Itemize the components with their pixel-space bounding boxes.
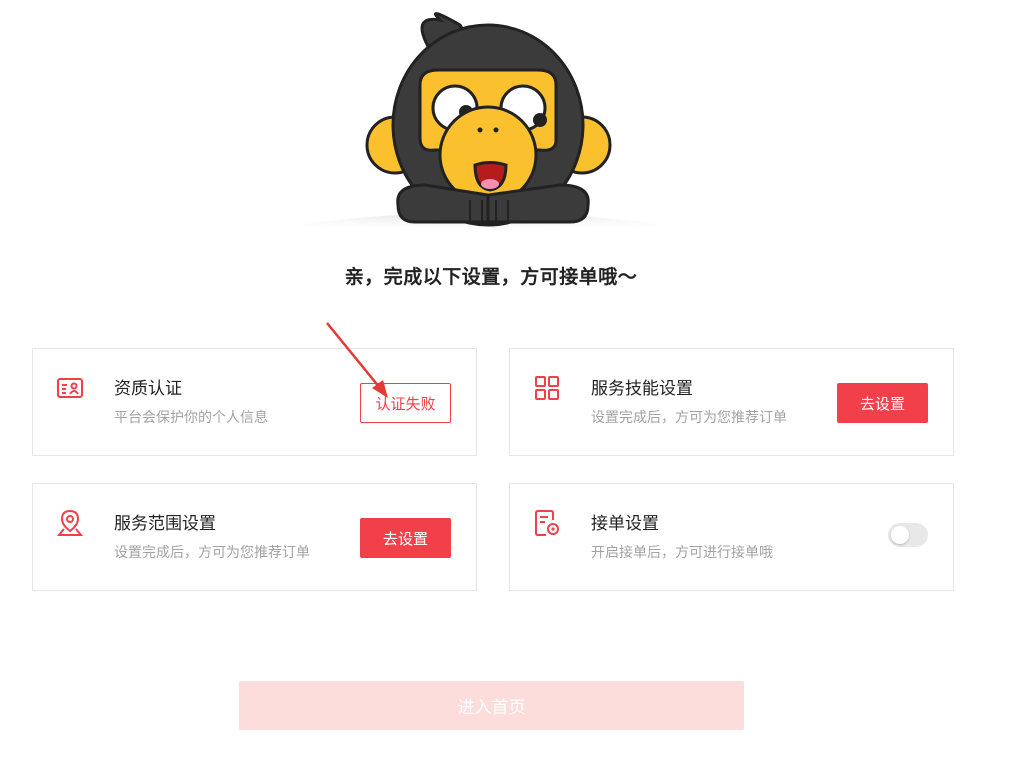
toggle-knob <box>891 526 909 544</box>
service-skills-title: 服务技能设置 <box>591 379 693 399</box>
service-area-card: 服务范围设置 设置完成后，方可为您推荐订单 去设置 <box>32 483 477 591</box>
order-settings-card: 接单设置 开启接单后，方可进行接单哦 <box>509 483 954 591</box>
service-area-setup-button[interactable]: 去设置 <box>360 518 451 558</box>
grid-icon <box>535 376 559 400</box>
enter-homepage-button[interactable]: 进入首页 <box>239 681 744 730</box>
location-pin-icon <box>56 509 84 536</box>
qualification-card: 资质认证 平台会保护你的个人信息 认证失败 <box>32 348 477 456</box>
settings-document-icon <box>535 510 559 536</box>
service-skills-desc: 设置完成后，方可为您推荐订单 <box>591 410 787 426</box>
service-skills-card: 服务技能设置 设置完成后，方可为您推荐订单 去设置 <box>509 348 954 456</box>
accept-orders-toggle[interactable] <box>888 523 928 547</box>
service-area-title: 服务范围设置 <box>114 514 216 534</box>
page-headline: 亲，完成以下设置，方可接单哦～ <box>344 266 638 288</box>
service-area-desc: 设置完成后，方可为您推荐订单 <box>114 545 310 561</box>
monkey-mascot-illustration <box>180 12 780 245</box>
service-skills-setup-button[interactable]: 去设置 <box>837 383 928 423</box>
id-card-icon <box>57 378 83 398</box>
order-settings-desc: 开启接单后，方可进行接单哦 <box>591 545 773 561</box>
order-settings-title: 接单设置 <box>591 514 659 534</box>
onboarding-page: 亲，完成以下设置，方可接单哦～ 资质认证 平台会保护你的个人信息 认证失败 服务… <box>0 0 1015 759</box>
qualification-status-button[interactable]: 认证失败 <box>360 383 451 423</box>
qualification-title: 资质认证 <box>114 379 182 399</box>
qualification-desc: 平台会保护你的个人信息 <box>114 410 268 426</box>
